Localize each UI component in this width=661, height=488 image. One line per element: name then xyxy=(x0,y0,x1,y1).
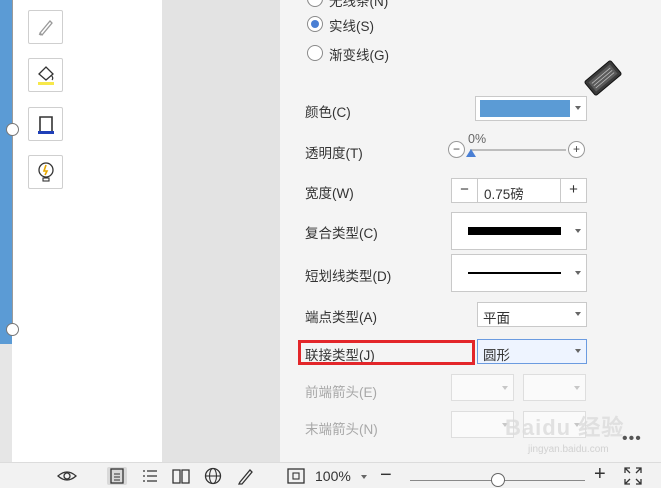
reading-view-button[interactable] xyxy=(171,467,191,485)
compound-type-label: 复合类型(C) xyxy=(305,226,378,241)
eye-protection-button[interactable] xyxy=(57,467,77,485)
line-color-swatch xyxy=(480,100,570,117)
web-view-button[interactable] xyxy=(203,467,223,485)
selection-border xyxy=(12,0,13,330)
brush-icon xyxy=(38,20,53,36)
writing-mode-button[interactable] xyxy=(236,467,256,485)
document-icon xyxy=(110,468,124,484)
fit-page-button[interactable] xyxy=(286,467,306,485)
chevron-down-icon xyxy=(575,349,581,353)
width-value[interactable]: 0.75磅 xyxy=(484,183,524,203)
transparency-slider-thumb[interactable] xyxy=(466,149,476,157)
width-stepper[interactable]: − 0.75磅 + xyxy=(451,178,587,203)
zoom-in-button[interactable]: + xyxy=(594,463,606,486)
pen-icon xyxy=(237,469,253,485)
paint-bucket-icon xyxy=(37,66,54,85)
transparency-decrease-button[interactable]: − xyxy=(448,141,465,158)
chevron-down-icon xyxy=(575,229,581,233)
width-increase-button[interactable]: + xyxy=(560,179,586,202)
list-icon xyxy=(143,470,157,482)
dash-type-label: 短划线类型(D) xyxy=(305,269,392,284)
dash-line-preview xyxy=(468,272,561,274)
chevron-down-icon xyxy=(575,106,581,110)
cap-type-value: 平面 xyxy=(483,311,510,326)
cap-type-label: 端点类型(A) xyxy=(305,310,377,325)
begin-arrow-type-dropdown[interactable] xyxy=(451,374,514,401)
more-options-button[interactable]: ••• xyxy=(622,430,642,448)
radio-gradient-line-label: 渐变线(G) xyxy=(329,48,389,63)
radio-solid-line-label: 实线(S) xyxy=(329,19,374,34)
format-painter-float-icon[interactable] xyxy=(580,57,626,99)
shape-fill-button[interactable] xyxy=(28,58,63,92)
fullscreen-button[interactable] xyxy=(623,467,643,485)
zoom-slider-thumb[interactable] xyxy=(490,473,505,487)
end-arrow-label: 末端箭头(N) xyxy=(305,422,378,437)
chevron-down-icon xyxy=(502,386,508,390)
begin-arrow-size-dropdown[interactable] xyxy=(523,374,586,401)
zoom-out-button[interactable]: − xyxy=(380,464,392,487)
selection-handle-bottom[interactable] xyxy=(6,323,19,336)
watermark-url: jingyan.baidu.com xyxy=(528,444,609,455)
watermark: Baidu 经验 xyxy=(505,415,625,440)
workspace-gap xyxy=(162,0,280,462)
transparency-slider-track[interactable] xyxy=(470,149,566,151)
transparency-increase-button[interactable]: + xyxy=(568,141,585,158)
book-icon xyxy=(172,469,190,484)
fit-page-icon xyxy=(287,468,305,484)
color-label: 颜色(C) xyxy=(305,105,351,120)
chevron-down-icon xyxy=(575,312,581,316)
cap-type-dropdown[interactable]: 平面 xyxy=(477,302,587,327)
zoom-dropdown-icon[interactable] xyxy=(361,475,367,479)
dash-type-dropdown[interactable] xyxy=(451,254,587,292)
document-blue-shape-edge xyxy=(0,0,12,344)
globe-icon xyxy=(204,467,222,485)
compound-type-dropdown[interactable] xyxy=(451,212,587,250)
radio-solid-line[interactable] xyxy=(307,16,323,32)
shape-effects-button[interactable] xyxy=(28,155,63,189)
shape-outline-button[interactable] xyxy=(28,107,63,141)
line-color-dropdown[interactable] xyxy=(475,96,587,121)
width-label: 宽度(W) xyxy=(305,186,354,201)
join-type-dropdown[interactable]: 圆形 xyxy=(477,339,587,364)
annotation-highlight-box xyxy=(298,340,475,365)
page-view-button[interactable] xyxy=(107,467,127,485)
lightbulb-icon xyxy=(37,162,54,182)
chevron-down-icon xyxy=(574,386,580,390)
outline-icon xyxy=(37,116,54,134)
radio-no-line-label: 无线条(N) xyxy=(329,0,389,9)
shape-style-button[interactable] xyxy=(28,10,63,44)
chevron-down-icon xyxy=(575,271,581,275)
transparency-label: 透明度(T) xyxy=(305,146,363,161)
outline-view-button[interactable] xyxy=(140,467,160,485)
fullscreen-icon xyxy=(624,467,642,485)
zoom-level[interactable]: 100% xyxy=(315,468,351,484)
width-decrease-button[interactable]: − xyxy=(452,179,478,202)
status-bar: 100% − + xyxy=(0,462,661,488)
eye-icon xyxy=(57,471,77,481)
document-margin xyxy=(0,344,12,462)
selection-handle-top[interactable] xyxy=(6,123,19,136)
radio-gradient-line[interactable] xyxy=(307,45,323,61)
begin-arrow-label: 前端箭头(E) xyxy=(305,385,377,400)
transparency-value: 0% xyxy=(468,132,487,146)
compound-line-preview xyxy=(468,227,561,235)
join-type-value: 圆形 xyxy=(483,348,510,363)
